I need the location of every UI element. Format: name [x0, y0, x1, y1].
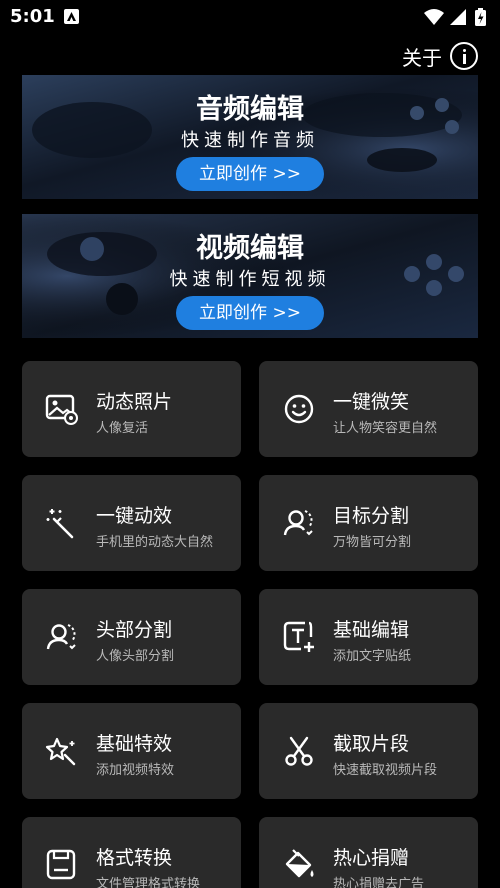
feature-subtitle: 热心捐赠去广告: [333, 877, 425, 888]
create-now-button[interactable]: 立即创作 >>: [176, 157, 324, 191]
system-icons: [422, 6, 492, 28]
banner-subtitle: 快速制作音频: [181, 130, 319, 151]
feature-title: 基础特效: [96, 733, 173, 755]
head-segment-icon: [46, 624, 76, 650]
status-bar: 5:01: [0, 0, 500, 34]
feature-subtitle: 快速截取视频片段: [333, 763, 438, 778]
feature-title: 格式转换: [96, 847, 173, 869]
feature-subtitle: 手机里的动态大自然: [96, 535, 214, 550]
banner-subtitle: 快速制作短视频: [169, 269, 331, 290]
audio-edit-banner[interactable]: 音频编辑 快速制作音频 立即创作 >>: [22, 75, 478, 199]
feature-subtitle: 添加文字贴纸: [333, 649, 412, 664]
feature-title: 热心捐赠: [333, 847, 410, 869]
feature-subtitle: 人像复活: [96, 421, 149, 436]
feature-card-smile[interactable]: 一键微笑 让人物笑容更自然: [259, 361, 478, 457]
feature-title: 动态照片: [96, 391, 173, 413]
feature-card-clip-segment[interactable]: 截取片段 快速截取视频片段: [259, 703, 478, 799]
paint-bucket-icon: [285, 849, 314, 878]
feature-title: 目标分割: [333, 505, 410, 527]
scissors-icon: [285, 736, 313, 766]
signal-icon: [450, 9, 466, 25]
banner-title: 视频编辑: [196, 233, 304, 264]
photo-gear-icon: [45, 394, 78, 425]
feature-subtitle: 万物皆可分割: [333, 535, 412, 550]
feature-title: 一键微笑: [333, 391, 410, 413]
text-add-icon: [283, 621, 314, 652]
status-time: 5:01: [10, 6, 55, 27]
video-edit-banner[interactable]: 视频编辑 快速制作短视频 立即创作 >>: [22, 214, 478, 338]
feature-card-head-segment[interactable]: 头部分割 人像头部分割: [22, 589, 241, 685]
smile-icon: [284, 394, 314, 424]
feature-card-object-segment[interactable]: 目标分割 万物皆可分割: [259, 475, 478, 571]
save-disk-icon: [46, 849, 76, 880]
feature-card-basic-edit[interactable]: 基础编辑 添加文字贴纸: [259, 589, 478, 685]
feature-card-basic-effects[interactable]: 基础特效 添加视频特效: [22, 703, 241, 799]
create-now-button[interactable]: 立即创作 >>: [176, 296, 324, 330]
feature-subtitle: 添加视频特效: [96, 763, 175, 778]
about-label: 关于: [402, 45, 442, 70]
feature-title: 头部分割: [96, 619, 173, 641]
info-icon: [450, 42, 478, 70]
battery-icon: [475, 8, 486, 26]
feature-card-format-convert[interactable]: 格式转换 文件管理格式转换: [22, 817, 241, 888]
about-button[interactable]: 关于: [402, 41, 478, 71]
feature-title: 基础编辑: [333, 619, 410, 641]
sparkle-icon: [45, 737, 76, 766]
feature-title: 一键动效: [96, 505, 173, 527]
notification-app-icon: [64, 9, 79, 24]
feature-card-motion-effect[interactable]: 一键动效 手机里的动态大自然: [22, 475, 241, 571]
feature-subtitle: 文件管理格式转换: [96, 877, 201, 888]
feature-card-live-photo[interactable]: 动态照片 人像复活: [22, 361, 241, 457]
feature-subtitle: 让人物笑容更自然: [333, 421, 438, 436]
magic-wand-icon: [46, 509, 74, 539]
banner-title: 音频编辑: [196, 94, 304, 125]
feature-subtitle: 人像头部分割: [96, 649, 175, 664]
wifi-icon: [424, 9, 444, 25]
feature-title: 截取片段: [333, 733, 410, 755]
feature-card-donate[interactable]: 热心捐赠 热心捐赠去广告: [259, 817, 478, 888]
person-segment-icon: [283, 510, 313, 536]
